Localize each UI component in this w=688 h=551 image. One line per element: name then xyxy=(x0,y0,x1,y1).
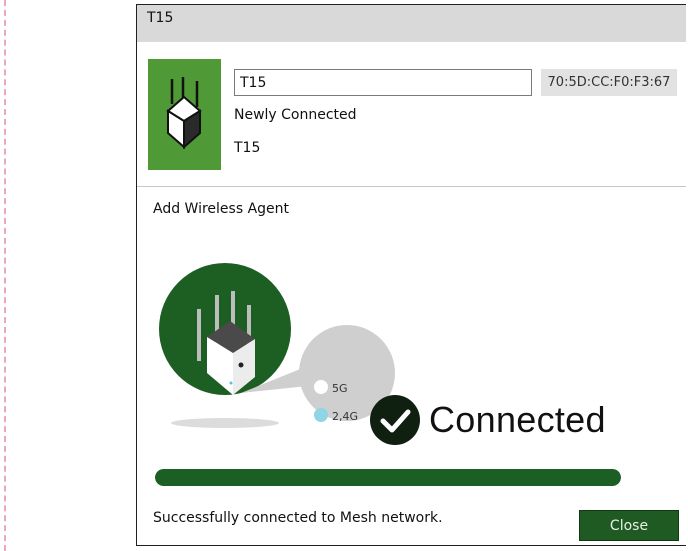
band-24g-label: 2,4G xyxy=(332,410,358,423)
section-heading: Add Wireless Agent xyxy=(153,201,290,217)
band-5g-indicator xyxy=(314,380,328,394)
device-tile xyxy=(148,59,221,170)
section-divider xyxy=(137,186,686,187)
result-message: Successfully connected to Mesh network. xyxy=(153,510,443,526)
close-button[interactable]: Close xyxy=(579,510,679,541)
shadow xyxy=(171,418,279,428)
connected-indicator: Connected xyxy=(369,393,606,447)
band-24g-indicator xyxy=(314,408,328,422)
title-bar: T15 xyxy=(137,5,686,42)
connection-status: Newly Connected xyxy=(234,107,357,123)
window-title: T15 xyxy=(147,10,174,26)
connected-label: Connected xyxy=(429,399,606,440)
page-margin-guide xyxy=(4,0,6,551)
device-model: T15 xyxy=(234,140,261,156)
device-name-input[interactable] xyxy=(234,69,532,96)
add-agent-dialog: T15 70:5D:CC:F0:F3:67 Newly Connected T1… xyxy=(136,4,686,546)
progress-fill xyxy=(155,469,621,486)
router-icon xyxy=(166,77,202,150)
band-5g-label: 5G xyxy=(332,382,348,395)
progress-bar xyxy=(155,469,621,486)
mac-address: 70:5D:CC:F0:F3:67 xyxy=(541,69,677,96)
check-circle-icon xyxy=(370,395,420,445)
